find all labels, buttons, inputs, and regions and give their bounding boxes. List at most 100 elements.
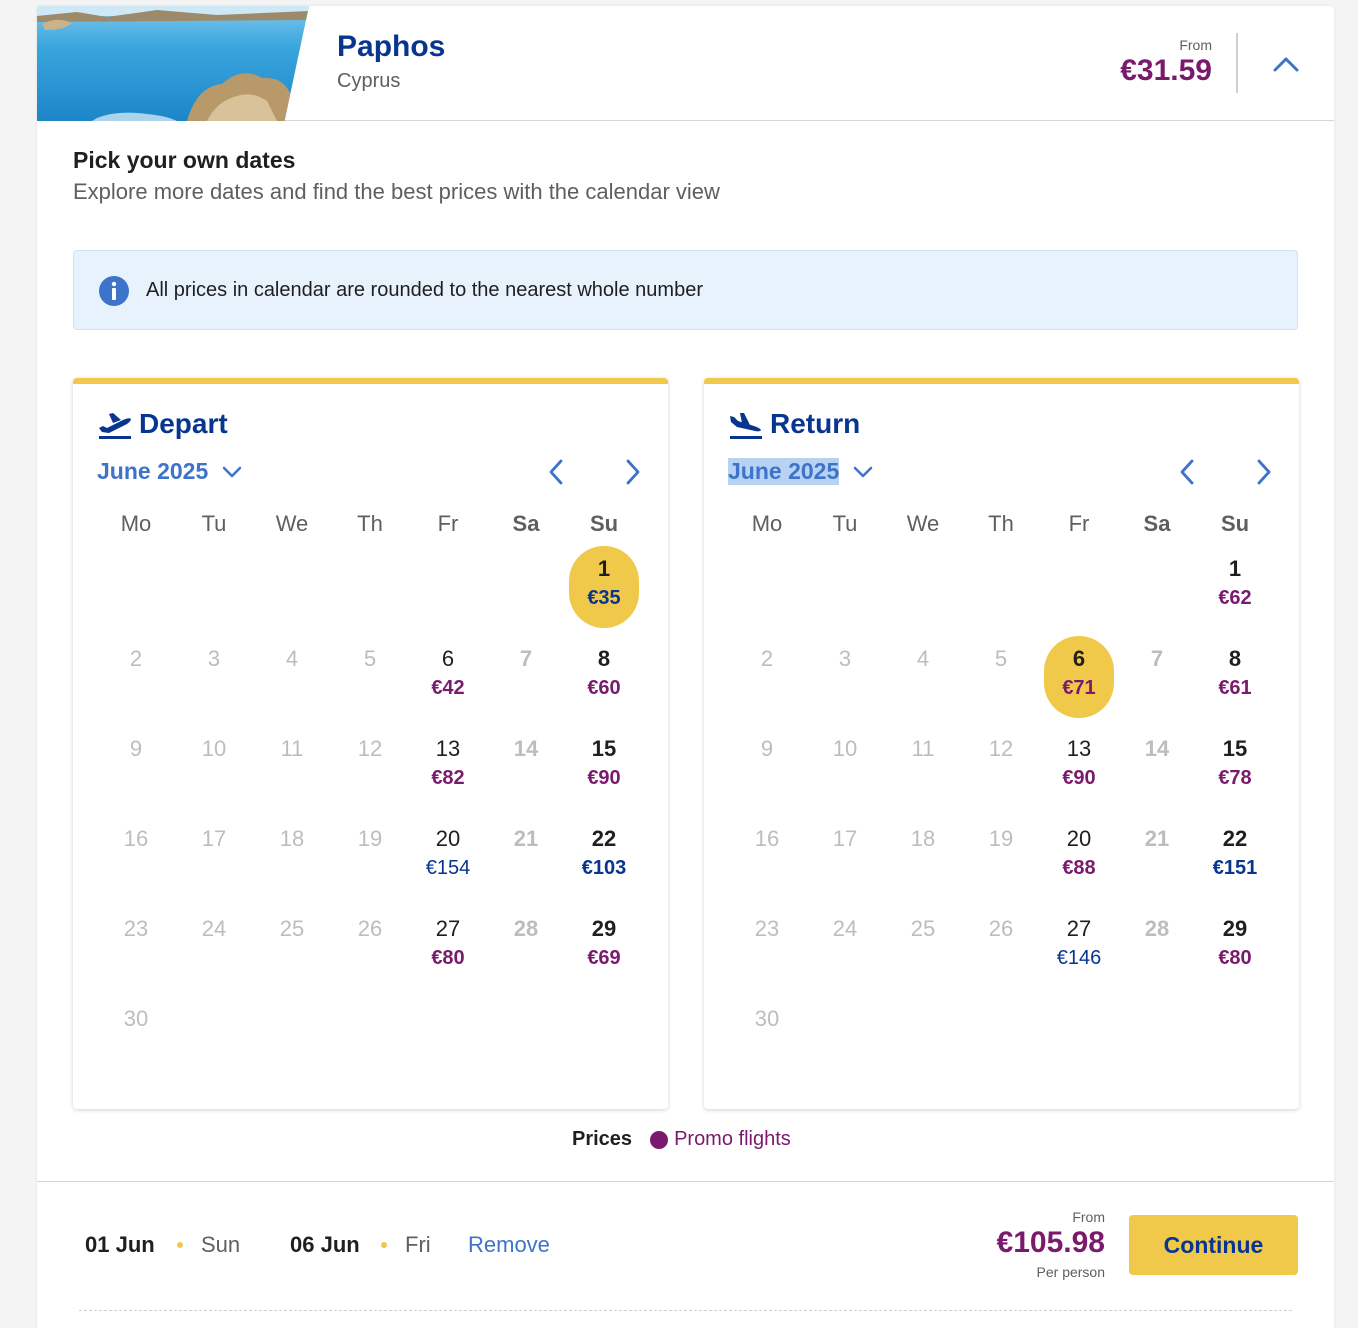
day-number: 20 xyxy=(1066,826,1092,851)
calendar-day-29[interactable]: 29 €80 xyxy=(1196,904,1274,994)
calendar-day-14: 14 xyxy=(487,724,565,814)
calendar-day-13[interactable]: 13 €82 xyxy=(409,724,487,814)
return-grid: Mo Tu We Th Fr Sa Su 1 €62 2 3 4 5 6 €71 7 8 €61 9 10 11 12 13… xyxy=(728,504,1274,1084)
day-number: 4 xyxy=(916,646,930,671)
calendar-day-6[interactable]: 6 €42 xyxy=(409,634,487,724)
calendar-day-4: 4 xyxy=(884,634,962,724)
weekday-header: Mo Tu We Th Fr Sa Su xyxy=(728,504,1274,544)
calendar-empty-cell xyxy=(97,544,175,634)
calendar-day-23: 23 xyxy=(97,904,175,994)
calendar-empty-cell xyxy=(487,994,565,1084)
summary-depart-day: Sun xyxy=(201,1232,241,1257)
depart-title: Depart xyxy=(139,408,228,439)
day-number: 14 xyxy=(1144,736,1170,761)
legend-promo-text: Promo flights xyxy=(674,1128,791,1150)
return-next-month-button[interactable] xyxy=(1249,458,1277,486)
calendar-day-15[interactable]: 15 €90 xyxy=(565,724,643,814)
calendar-day-1[interactable]: 1 €62 xyxy=(1196,544,1274,634)
day-price: €35 xyxy=(587,587,621,609)
calendar-day-27[interactable]: 27 €80 xyxy=(409,904,487,994)
day-number: 1 xyxy=(1228,556,1242,581)
price-legend: Prices Promo flights xyxy=(572,1128,791,1151)
weekday-label: Sa xyxy=(512,511,540,536)
calendar-day-22[interactable]: 22 €151 xyxy=(1196,814,1274,904)
calendar-day-22[interactable]: 22 €103 xyxy=(565,814,643,904)
weekday-label: Tu xyxy=(201,511,227,536)
chevron-down-icon xyxy=(223,466,242,477)
day-number: 12 xyxy=(988,736,1014,761)
remove-dates-link[interactable]: Remove xyxy=(468,1232,550,1258)
chevron-up-icon xyxy=(1273,57,1299,72)
calendar-day-4: 4 xyxy=(253,634,331,724)
day-price: €103 xyxy=(581,857,627,879)
calendar-empty-cell xyxy=(331,544,409,634)
calendar-day-14: 14 xyxy=(1118,724,1196,814)
destination-country: Cyprus xyxy=(337,70,401,92)
calendar-day-8[interactable]: 8 €60 xyxy=(565,634,643,724)
chevron-down-icon xyxy=(854,466,873,477)
day-number: 6 xyxy=(441,646,455,671)
weekday-label: Th xyxy=(988,511,1014,536)
day-number: 1 xyxy=(597,556,611,581)
depart-prev-month-button[interactable] xyxy=(543,458,571,486)
continue-button[interactable]: Continue xyxy=(1129,1215,1298,1275)
return-prev-month-button[interactable] xyxy=(1174,458,1202,486)
calendar-day-27[interactable]: 27 €146 xyxy=(1040,904,1118,994)
calendar-week: 2 3 4 5 6 €71 7 8 €61 xyxy=(728,634,1274,724)
collapse-button[interactable] xyxy=(1270,48,1302,80)
return-month-selector[interactable]: June 2025 xyxy=(728,458,875,485)
weekday-label: Su xyxy=(1220,511,1250,536)
day-number: 16 xyxy=(754,826,780,851)
day-price: €61 xyxy=(1218,677,1252,699)
calendar-day-24: 24 xyxy=(175,904,253,994)
calendar-empty-cell xyxy=(1040,544,1118,634)
info-banner: All prices in calendar are rounded to th… xyxy=(73,250,1298,330)
day-number: 9 xyxy=(760,736,774,761)
destination-header[interactable]: Paphos Cyprus From €31.59 xyxy=(37,6,1334,121)
depart-next-month-button[interactable] xyxy=(618,458,646,486)
calendar-empty-cell xyxy=(884,544,962,634)
calendar-day-24: 24 xyxy=(806,904,884,994)
day-number: 18 xyxy=(279,826,305,851)
calendar-day-7: 7 xyxy=(487,634,565,724)
calendar-day-30: 30 xyxy=(97,994,175,1084)
weekday-label: Su xyxy=(589,511,619,536)
calendar-day-25: 25 xyxy=(253,904,331,994)
day-number: 26 xyxy=(988,916,1014,941)
summary-return-day: Fri xyxy=(405,1232,431,1257)
calendar-day-26: 26 xyxy=(331,904,409,994)
calendar-empty-cell xyxy=(175,994,253,1084)
calendar-day-1[interactable]: 1 €35 xyxy=(565,544,643,634)
promo-dot-icon xyxy=(650,1130,669,1149)
depart-month-selector[interactable]: June 2025 xyxy=(97,458,244,485)
calendar-week: 1 €62 xyxy=(728,544,1274,634)
calendar-day-2: 2 xyxy=(728,634,806,724)
calendar-day-29[interactable]: 29 €69 xyxy=(565,904,643,994)
summary-depart-date: 01 Jun xyxy=(85,1232,155,1257)
weekday-label: Th xyxy=(357,511,383,536)
chevron-left-icon xyxy=(549,459,563,485)
calendar-day-15[interactable]: 15 €78 xyxy=(1196,724,1274,814)
calendar-day-6[interactable]: 6 €71 xyxy=(1040,634,1118,724)
calendar-day-3: 3 xyxy=(806,634,884,724)
calendar-day-12: 12 xyxy=(331,724,409,814)
calendar-week: 16 17 18 19 20 €88 21 22 €151 xyxy=(728,814,1274,904)
calendar-day-8[interactable]: 8 €61 xyxy=(1196,634,1274,724)
calendar-day-18: 18 xyxy=(884,814,962,904)
header-divider xyxy=(1236,33,1238,93)
day-number: 17 xyxy=(832,826,858,851)
calendar-day-20[interactable]: 20 €154 xyxy=(409,814,487,904)
calendar-empty-cell xyxy=(962,994,1040,1084)
day-price: €42 xyxy=(431,677,465,699)
day-number: 22 xyxy=(1222,826,1248,851)
calendar-day-20[interactable]: 20 €88 xyxy=(1040,814,1118,904)
separator-dot xyxy=(177,1242,183,1248)
return-month-label: June 2025 xyxy=(728,458,840,485)
weekday-label: We xyxy=(906,511,940,536)
calendar-day-11: 11 xyxy=(884,724,962,814)
calendar-day-10: 10 xyxy=(806,724,884,814)
calendar-day-13[interactable]: 13 €90 xyxy=(1040,724,1118,814)
day-number: 11 xyxy=(911,736,935,761)
calendar-empty-cell xyxy=(1118,544,1196,634)
calendar-day-21: 21 xyxy=(1118,814,1196,904)
